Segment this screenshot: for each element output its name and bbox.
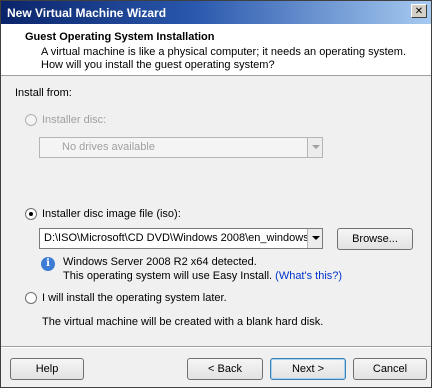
drive-select-value: No drives available xyxy=(62,141,155,153)
install-from-label: Install from: xyxy=(15,87,72,99)
blank-disk-note: The virtual machine will be created with… xyxy=(42,316,324,328)
next-button[interactable]: Next > xyxy=(270,358,346,380)
drive-select[interactable]: No drives available xyxy=(39,137,323,158)
chevron-down-icon xyxy=(307,229,322,248)
cancel-button[interactable]: Cancel xyxy=(353,358,427,380)
whats-this-link[interactable]: (What's this?) xyxy=(275,270,342,282)
info-icon: i xyxy=(41,257,55,271)
page-description: A virtual machine is like a physical com… xyxy=(41,46,407,71)
iso-radio[interactable] xyxy=(25,208,37,220)
wizard-window: New Virtual Machine Wizard ✕ Guest Opera… xyxy=(0,0,432,388)
page-title: Guest Operating System Installation xyxy=(25,31,215,43)
footer-divider xyxy=(1,346,431,348)
installer-disc-label: Installer disc: xyxy=(42,114,107,126)
title-bar: New Virtual Machine Wizard ✕ xyxy=(1,1,431,24)
chevron-down-icon xyxy=(307,138,322,157)
close-icon[interactable]: ✕ xyxy=(411,4,427,18)
install-later-label: I will install the operating system late… xyxy=(42,292,227,304)
back-button[interactable]: < Back xyxy=(187,358,263,380)
install-later-radio[interactable] xyxy=(25,292,37,304)
window-title: New Virtual Machine Wizard xyxy=(7,6,167,20)
iso-path-select[interactable]: D:\ISO\Microsoft\CD DVD\Windows 2008\en_… xyxy=(39,228,323,249)
installer-disc-radio[interactable] xyxy=(25,114,37,126)
easy-install-line: This operating system will use Easy Inst… xyxy=(63,270,342,282)
iso-path-value: D:\ISO\Microsoft\CD DVD\Windows 2008\en_… xyxy=(44,232,309,244)
iso-label: Installer disc image file (iso): xyxy=(42,208,181,220)
detected-os-text: Windows Server 2008 R2 x64 detected. xyxy=(63,256,257,268)
wizard-header: Guest Operating System Installation A vi… xyxy=(1,24,431,76)
browse-button[interactable]: Browse... xyxy=(337,228,413,250)
easy-install-text: This operating system will use Easy Inst… xyxy=(63,270,273,282)
help-button[interactable]: Help xyxy=(10,358,84,380)
